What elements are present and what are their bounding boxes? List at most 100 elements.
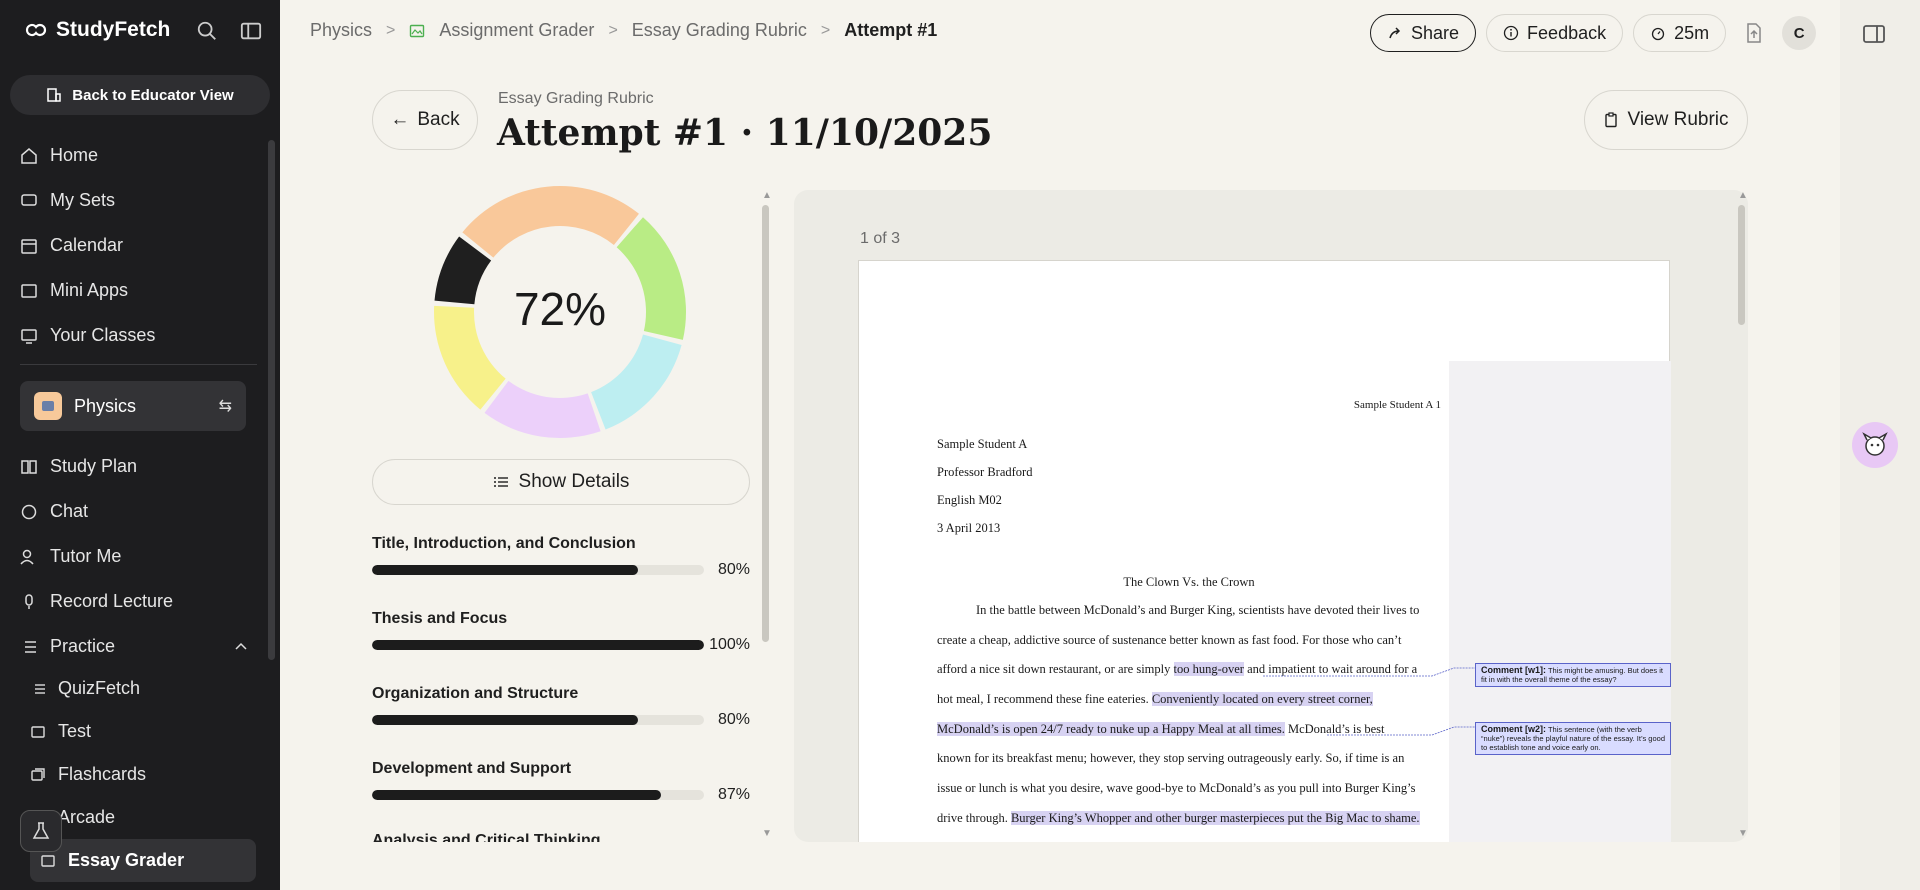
nav-item-home[interactable]: Home [20, 133, 250, 178]
flashcards-icon [31, 767, 45, 781]
comment-w2[interactable]: Comment [w2]: This sentence (with the ve… [1475, 722, 1671, 755]
feedback-label: Feedback [1527, 22, 1607, 43]
arrow-left-icon: ← [390, 109, 410, 130]
share-button[interactable]: Share [1370, 14, 1477, 52]
sidebar-scrollbar[interactable] [268, 140, 275, 660]
timer-button[interactable]: 25m [1633, 14, 1727, 52]
criteria-scrollbar[interactable] [762, 205, 769, 642]
document-page: Sample Student A 1 Sample Student A Prof… [858, 260, 1671, 842]
chat-bubble-icon [21, 193, 37, 206]
studyfetch-logo-icon [25, 23, 47, 37]
back-label: Back [417, 109, 460, 130]
timer-label: 25m [1674, 22, 1710, 43]
page-counter: 1 of 3 [860, 230, 901, 247]
nav-item-label: My Sets [50, 190, 116, 210]
building-icon [47, 88, 62, 102]
share-icon [1389, 27, 1401, 39]
nav-item-chat[interactable]: Chat [20, 489, 250, 534]
criterion-name: Analysis and Critical Thinking [372, 832, 601, 842]
criterion-progress-bar [372, 790, 704, 800]
timer-icon [1651, 27, 1665, 41]
window-icon [21, 283, 37, 298]
scroll-down-icon[interactable]: ▼ [1738, 828, 1748, 839]
back-to-educator-button[interactable]: Back to Educator View [10, 75, 270, 115]
nav-item-label: Chat [50, 501, 89, 521]
class-name: Physics [74, 395, 137, 416]
nav-item-record-lecture[interactable]: Record Lecture [20, 579, 250, 624]
nav-item-quizfetch[interactable]: QuizFetch [20, 667, 256, 710]
nav-item-label: Mini Apps [50, 280, 129, 300]
criterion-progress-fill [372, 640, 704, 650]
nav-item-mini-apps[interactable]: Mini Apps [20, 268, 250, 313]
comment-title: Comment [w1]: [1481, 665, 1546, 675]
criterion-name: Title, Introduction, and Conclusion [372, 535, 636, 552]
show-details-button[interactable]: Show Details [372, 459, 750, 505]
criterion-score: 87% [717, 786, 750, 803]
rubric-name: Essay Grading Rubric [498, 90, 654, 107]
info-icon [1503, 25, 1519, 41]
nav-item-flashcards[interactable]: Flashcards [20, 753, 256, 796]
chevron-up-icon[interactable] [232, 638, 250, 656]
nav-item-label: QuizFetch [58, 678, 141, 698]
criterion-progress-bar [372, 640, 704, 650]
score-percent: 72% [513, 283, 607, 335]
essay-icon [41, 854, 55, 867]
nav-item-study-plan[interactable]: Study Plan [20, 444, 250, 489]
nav-item-label: Record Lecture [50, 591, 174, 611]
breadcrumb-assignment-grader[interactable]: Assignment Grader [439, 20, 594, 41]
nav-item-your-classes[interactable]: Your Classes [20, 313, 250, 358]
criterion-item: Thesis and Focus 100% [372, 610, 750, 654]
breadcrumb-physics[interactable]: Physics [310, 20, 372, 41]
flask-icon [32, 822, 50, 839]
class-switcher[interactable]: Physics ⇆ [20, 381, 246, 431]
criterion-name: Development and Support [372, 760, 572, 777]
criterion-progress-fill [372, 715, 638, 725]
brand-name: StudyFetch [56, 18, 171, 41]
list-check-icon [35, 683, 45, 694]
nav-item-tutor-me[interactable]: Tutor Me [20, 534, 250, 579]
sidebar: StudyFetch Back to Educator View Home My… [0, 0, 280, 890]
mascot-assistant-icon[interactable] [1852, 422, 1898, 468]
breadcrumb-essay-grading-rubric[interactable]: Essay Grading Rubric [632, 20, 807, 41]
breadcrumb: Physics > Assignment Grader > Essay Grad… [310, 20, 937, 41]
document-scrollbar[interactable] [1738, 205, 1745, 325]
book-icon [21, 459, 37, 474]
test-icon [31, 725, 45, 738]
criterion-name: Thesis and Focus [372, 610, 508, 627]
view-rubric-button[interactable]: View Rubric [1584, 90, 1748, 150]
chevron-right-icon: > [386, 21, 396, 39]
breadcrumb-current: Attempt #1 [844, 20, 938, 40]
comment-title: Comment [w2]: [1481, 724, 1546, 734]
home-icon [21, 147, 37, 164]
nav-item-calendar[interactable]: Calendar [20, 223, 250, 268]
microphone-icon [25, 593, 33, 609]
nav-item-practice[interactable]: Practice [20, 624, 250, 669]
side-panel-icon[interactable] [1862, 22, 1886, 46]
nav-item-essay-grader[interactable]: Essay Grader [30, 839, 256, 882]
scroll-up-icon[interactable]: ▲ [762, 190, 772, 201]
nav-item-my-sets[interactable]: My Sets [20, 178, 250, 223]
feedback-button[interactable]: Feedback [1486, 14, 1624, 52]
nav-item-test[interactable]: Test [20, 710, 256, 753]
lab-button[interactable] [20, 810, 62, 852]
clipboard-icon [1605, 112, 1618, 128]
criterion-item: Development and Support 87% [372, 760, 750, 804]
collapse-sidebar-icon[interactable] [240, 20, 262, 42]
chevron-right-icon: > [608, 21, 618, 39]
nav-item-label: Flashcards [58, 764, 147, 784]
list-icon [25, 640, 36, 653]
search-icon[interactable] [196, 20, 218, 42]
scroll-down-icon[interactable]: ▼ [762, 828, 772, 839]
avatar[interactable]: C [1782, 16, 1817, 50]
sidebar-divider [20, 364, 257, 365]
chat-icon [21, 504, 37, 519]
criterion-name: Organization and Structure [372, 685, 579, 702]
scroll-up-icon[interactable]: ▲ [1738, 190, 1748, 201]
comment-w1[interactable]: Comment [w1]: This might be amusing. But… [1475, 663, 1671, 687]
file-upload-icon[interactable] [1742, 21, 1766, 45]
nav-item-label: Tutor Me [50, 546, 122, 566]
back-button[interactable]: ← Back [372, 90, 478, 150]
nav-item-label: Home [50, 145, 99, 165]
logo[interactable]: StudyFetch [24, 18, 170, 42]
criterion-progress-fill [372, 790, 661, 800]
